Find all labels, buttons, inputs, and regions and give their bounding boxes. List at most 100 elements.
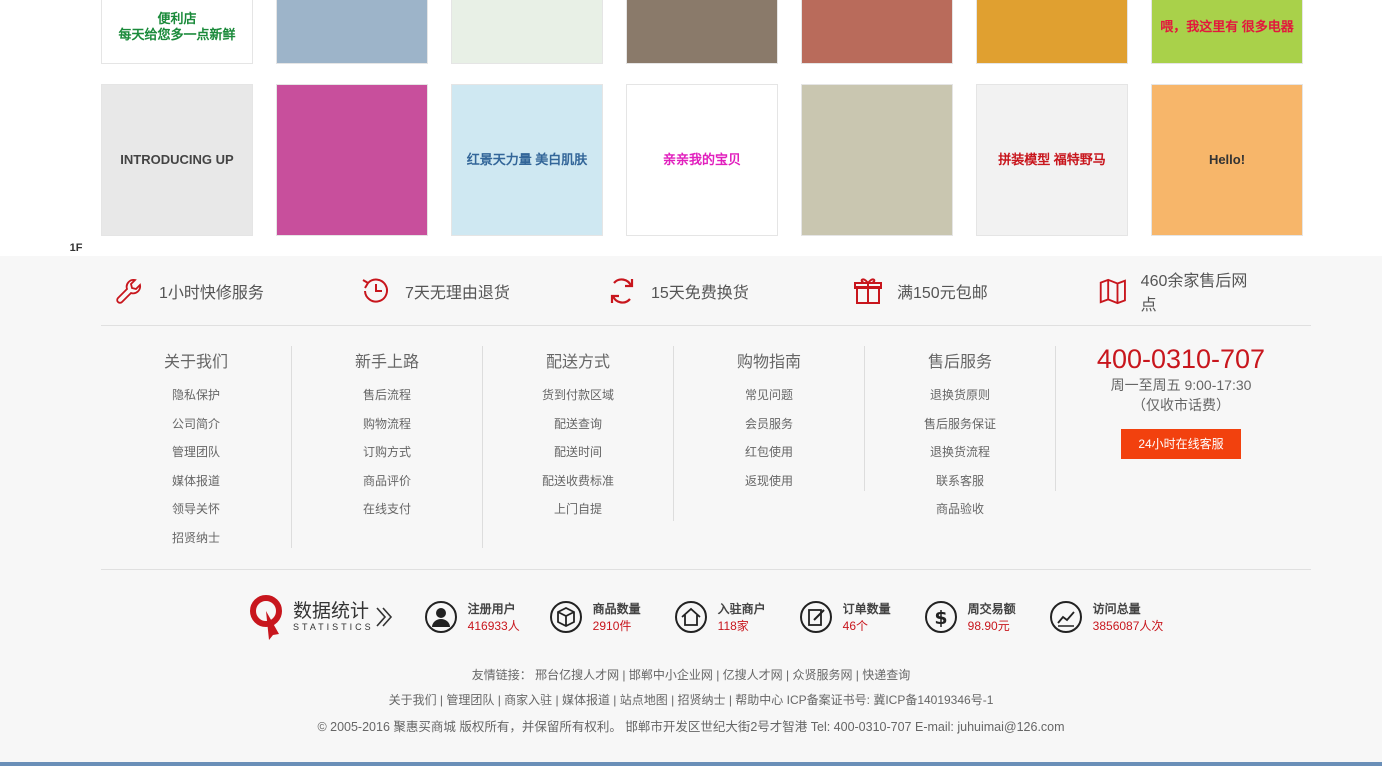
svg-text:$: $ — [934, 607, 947, 629]
map-icon — [1099, 278, 1126, 305]
product-image-text: 红景天力量 美白肌肤 — [466, 152, 588, 168]
service-item: 460余家售后网点 — [1085, 256, 1255, 326]
product-image-text: Hello! — [1208, 152, 1246, 168]
footer-link[interactable]: 配送时间 — [483, 438, 673, 467]
refresh-icon — [610, 278, 634, 304]
footer-link[interactable]: 退换货流程 — [865, 438, 1055, 467]
footer-link[interactable]: 返现使用 — [674, 467, 864, 496]
stat-text: 注册用户 416933人 — [468, 600, 520, 634]
service-label: 15天免费换货 — [651, 285, 749, 302]
product-tile[interactable] — [276, 0, 428, 64]
contact-block: 400-0310-707 周一至周五 9:00-17:30 （仅收市话费） 24… — [1056, 344, 1306, 551]
call-fee-note: （仅收市话费） — [1132, 397, 1230, 413]
footer-link[interactable]: 订购方式 — [292, 438, 482, 467]
double-chevron-right-icon — [376, 607, 392, 627]
stat-value: 416933人 — [467, 619, 520, 633]
product-image — [627, 0, 777, 63]
service-label: 满150元包邮 — [897, 285, 988, 302]
footer-link[interactable]: 领导关怀 — [101, 495, 291, 524]
product-tile[interactable]: 红景天力量 美白肌肤 — [451, 84, 603, 236]
stat-item: $ 周交易额 98.90元 — [924, 600, 1049, 634]
statistics-logo: 数据统计 STATISTICS — [249, 594, 394, 640]
page: 便利店 每天给您多一点新鲜 喂，我这里有 很多电器 INTRODUCING UP 红… — [0, 0, 1382, 766]
edit-icon — [799, 601, 832, 633]
footer-link[interactable]: 商品验收 — [865, 495, 1055, 524]
product-tile[interactable] — [801, 84, 953, 236]
footer-link[interactable]: 会员服务 — [674, 410, 864, 439]
product-image — [802, 0, 952, 63]
stat-value: 118家 — [717, 619, 749, 633]
product-tile[interactable]: 亲亲我的宝贝 — [626, 84, 778, 236]
product-tile[interactable]: INTRODUCING UP — [101, 84, 253, 236]
product-tile[interactable]: 喂，我这里有 很多电器 — [1151, 0, 1303, 64]
footer-link[interactable]: 公司简介 — [101, 410, 291, 439]
product-image — [977, 0, 1127, 63]
divider — [101, 569, 1311, 570]
service-item: 满150元包邮 — [839, 256, 1085, 326]
product-tile[interactable]: 拼装模型 福特野马 — [976, 84, 1128, 236]
footer-link[interactable]: 退换货原则 — [865, 381, 1055, 410]
footer-link[interactable]: 媒体报道 — [101, 467, 291, 496]
footer-links: 关于我们隐私保护 公司简介 管理团队 媒体报道 领导关怀 招贤纳士 新手上路售后流程 购物流程… — [101, 344, 1311, 551]
footer-link[interactable]: 红包使用 — [674, 438, 864, 467]
service-label: 7天无理由退货 — [405, 285, 510, 302]
box-icon — [549, 601, 582, 633]
stat-label: 订单数量 — [842, 602, 891, 616]
stat-text: 访问总量 3856087人次 — [1093, 600, 1164, 634]
footer-link[interactable]: 商品评价 — [292, 467, 482, 496]
footer-link-column: 配送方式 货到付款区域 配送查询 配送时间 配送收费标准 上门自提 — [483, 346, 674, 521]
statistics-items: 注册用户 416933人 商品数量 2910件 入驻商户 118家 订单数量 46个 $ 周交易额… — [424, 600, 1174, 634]
footer-link-column: 关于我们 隐私保护 公司简介 管理团队 媒体报道 领导关怀 招贤纳士 — [101, 346, 292, 548]
statistics-title: 数据统计 — [293, 601, 370, 622]
service-label: 1小时快修服务 — [159, 285, 264, 302]
home-icon — [674, 601, 707, 633]
footer-link[interactable]: 配送收费标准 — [483, 467, 673, 496]
service-bar: 1小时快修服务 7天无理由退货 15天免费换货 满150元包邮 460余家售后网点 — [101, 256, 1311, 326]
footer-link[interactable]: 售后流程 — [292, 381, 482, 410]
product-tile[interactable]: 便利店 每天给您多一点新鲜 — [101, 0, 253, 64]
statistics-bar: 数据统计 STATISTICS 注册用户 416933人 商品数量 2910件 入驻商户… — [249, 594, 1174, 640]
footer-link[interactable]: 购物流程 — [292, 410, 482, 439]
hotline-phone: 400-0310-707 — [1096, 344, 1266, 374]
clock-icon — [362, 278, 388, 303]
column-title: 售后服务 — [927, 354, 992, 371]
footer-link[interactable]: 在线支付 — [292, 495, 482, 524]
footer-link-column: 售后服务 退换货原则 售后服务保证 退换货流程 联系客服 商品验收 — [865, 346, 1056, 516]
product-tile[interactable] — [276, 84, 428, 236]
footer-link[interactable]: 上门自提 — [483, 495, 673, 524]
friend-links[interactable]: 友情链接： 邢台亿搜人才网 | 邯郸中小企业网 | 亿搜人才网 | 众贤服务网 … — [0, 666, 1382, 683]
stat-item: 入驻商户 118家 — [674, 600, 799, 634]
product-tile[interactable] — [801, 0, 953, 64]
product-image-text: 拼装模型 福特野马 — [998, 152, 1106, 168]
product-image-text: INTRODUCING UP — [120, 152, 234, 168]
footer-link[interactable]: 售后服务保证 — [865, 410, 1055, 439]
online-service-button[interactable]: 24小时在线客服 — [1121, 429, 1241, 459]
product-grid-row-2: INTRODUCING UP 红景天力量 美白肌肤 亲亲我的宝贝 拼装模型 福特野马 H… — [101, 84, 1303, 236]
product-image-text: 喂，我这里有 很多电器 — [1160, 19, 1294, 35]
product-tile[interactable] — [976, 0, 1128, 64]
footer-link[interactable]: 管理团队 — [101, 438, 291, 467]
stat-value: 98.90元 — [967, 619, 1010, 633]
footer-link[interactable]: 配送查询 — [483, 410, 673, 439]
stat-item: 访问总量 3856087人次 — [1049, 600, 1174, 634]
product-image-text: 亲亲我的宝贝 — [662, 152, 741, 168]
os-taskbar — [0, 762, 1382, 766]
dollar-icon: $ — [924, 601, 957, 633]
column-title: 新手上路 — [354, 354, 419, 371]
product-tile[interactable]: Hello! — [1151, 84, 1303, 236]
footer-link[interactable]: 招贤纳士 — [101, 524, 291, 553]
footer-link[interactable]: 常见问题 — [674, 381, 864, 410]
footer-link[interactable]: 货到付款区域 — [483, 381, 673, 410]
product-tile[interactable] — [451, 0, 603, 64]
product-tile[interactable] — [626, 0, 778, 64]
bottom-links[interactable]: 关于我们 | 管理团队 | 商家入驻 | 媒体报道 | 站点地图 | 招贤纳士 … — [0, 691, 1382, 708]
chart-icon — [1049, 601, 1082, 633]
stat-label: 商品数量 — [592, 602, 641, 616]
footer-link[interactable]: 隐私保护 — [101, 381, 291, 410]
column-title: 购物指南 — [736, 354, 801, 371]
copyright: © 2005-2016 聚惠买商城 版权所有，并保留所有权利。 邯郸市开发区世纪… — [317, 720, 1065, 734]
column-title: 关于我们 — [163, 354, 228, 371]
footer-link[interactable]: 联系客服 — [865, 467, 1055, 496]
statistics-subtitle: STATISTICS — [293, 622, 374, 632]
footer: 1小时快修服务 7天无理由退货 15天免费换货 满150元包邮 460余家售后网点 关于… — [0, 256, 1382, 766]
